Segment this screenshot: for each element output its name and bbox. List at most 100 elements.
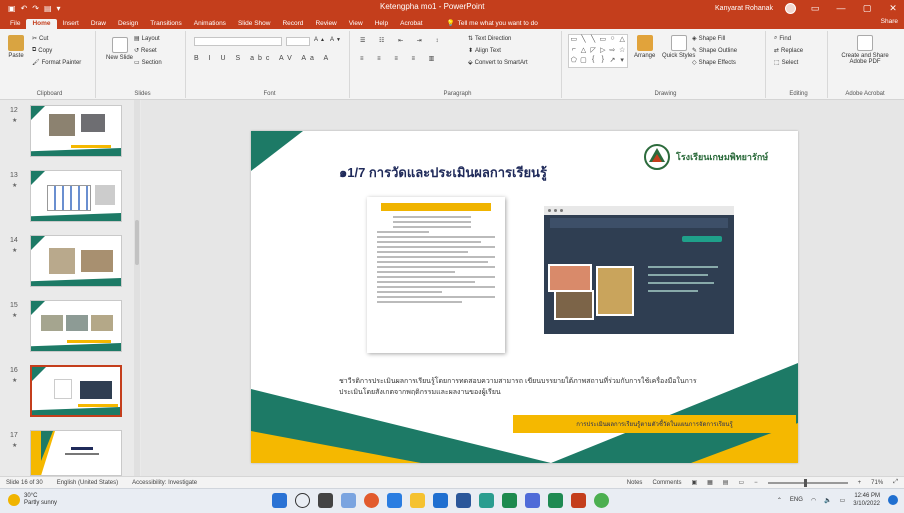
maximize-button[interactable]: ▢ (860, 3, 874, 14)
wifi-icon[interactable]: ◠ (811, 497, 816, 504)
thumbnail-row[interactable]: 16 ★ (0, 365, 141, 423)
shape-fill-button[interactable]: ◈ Shape Fill (692, 35, 725, 43)
reading-view-icon[interactable]: ▤ (723, 479, 729, 486)
reset-button[interactable]: ↺ Reset (134, 47, 157, 55)
replace-button[interactable]: ⇄ Replace (774, 47, 803, 55)
redo-icon[interactable]: ↷ (32, 4, 39, 13)
task-view-icon[interactable] (318, 493, 333, 508)
search-icon[interactable] (295, 493, 310, 508)
powerpoint-icon[interactable] (571, 493, 586, 508)
notification-icon[interactable] (888, 495, 898, 505)
thumbnail-row[interactable]: 13 ★ (0, 170, 141, 228)
close-button[interactable]: ✕ (886, 3, 900, 14)
teams-icon[interactable] (525, 493, 540, 508)
tab-review[interactable]: Review (309, 19, 342, 29)
find-button[interactable]: ⌕ Find (774, 35, 791, 42)
share-button[interactable]: Share (881, 18, 898, 25)
minimize-button[interactable]: — (834, 3, 848, 13)
tell-me-search[interactable]: 💡 Tell me what you want to do (443, 18, 542, 29)
thumbnails-scrollbar[interactable] (134, 100, 140, 476)
browser-icon[interactable] (364, 493, 379, 508)
slide-thumbnail[interactable] (30, 170, 122, 222)
tab-animations[interactable]: Animations (188, 19, 232, 29)
avatar[interactable] (785, 2, 796, 14)
zoom-slider-knob[interactable] (803, 478, 807, 487)
thumbnails-scroll-thumb[interactable] (135, 220, 139, 265)
font-name-field[interactable] (194, 37, 282, 46)
slide-thumbnail-selected[interactable] (30, 365, 122, 417)
align-buttons[interactable]: ≡ ≡ ≡ ≡ ▥ (360, 55, 440, 62)
layout-button[interactable]: ▤ Layout (134, 35, 160, 43)
slide-thumbnail[interactable] (30, 235, 122, 287)
fit-slide-icon[interactable]: ⤢ (893, 479, 898, 486)
slide-sorter-icon[interactable]: ▦ (707, 479, 713, 486)
tab-slide-show[interactable]: Slide Show (232, 19, 277, 29)
font-size-field[interactable] (286, 37, 310, 46)
notes-button[interactable]: Notes (627, 480, 643, 486)
tab-acrobat[interactable]: Acrobat (394, 19, 428, 29)
chrome-icon[interactable] (594, 493, 609, 508)
undo-icon[interactable]: ↶ (21, 4, 28, 13)
user-name[interactable]: Kanyarat Rohanak (715, 5, 773, 12)
volume-icon[interactable]: 🔈 (824, 497, 831, 504)
comments-button[interactable]: Comments (652, 480, 681, 486)
store-icon[interactable] (433, 493, 448, 508)
zoom-out-icon[interactable]: − (754, 480, 758, 486)
new-slide-button[interactable]: New Slide (106, 37, 133, 61)
select-button[interactable]: ⬚ Select (774, 59, 798, 67)
start-icon[interactable] (272, 493, 287, 508)
thumbnail-row[interactable]: 15 ★ (0, 300, 141, 358)
grow-font-icon[interactable]: A ▲ (314, 37, 325, 43)
weather-widget[interactable]: 30°C Partly sunny (8, 493, 57, 507)
arrange-button[interactable]: Arrange (634, 35, 655, 59)
tray-chevron-icon[interactable]: ⌃ (777, 497, 782, 504)
shape-effects-button[interactable]: ◇ Shape Effects (692, 59, 736, 67)
cut-button[interactable]: ✂ Cut (32, 35, 48, 43)
zoom-slider[interactable] (767, 478, 848, 487)
document-screenshot-image[interactable] (367, 197, 505, 353)
battery-icon[interactable]: ▭ (840, 497, 846, 504)
website-screenshot-image[interactable] (544, 206, 734, 334)
slide-thumbnail[interactable] (30, 300, 122, 352)
shape-outline-button[interactable]: ✎ Shape Outline (692, 47, 737, 55)
thumbnail-row[interactable]: 12 ★ (0, 105, 141, 163)
slideshow-icon[interactable]: ▭ (738, 479, 744, 486)
shrink-font-icon[interactable]: A ▼ (330, 37, 341, 43)
paste-button[interactable]: Paste (8, 35, 24, 59)
zoom-in-icon[interactable]: + (858, 480, 862, 486)
word-icon[interactable] (456, 493, 471, 508)
convert-smartart-button[interactable]: ⬙ Convert to SmartArt (468, 59, 528, 67)
text-direction-button[interactable]: ⇅ Text Direction (468, 35, 511, 43)
line-icon[interactable] (548, 493, 563, 508)
tab-record[interactable]: Record (276, 19, 309, 29)
align-text-button[interactable]: ⬍ Align Text (468, 47, 501, 55)
list-buttons[interactable]: ☰ ☷ ⇤ ⇥ ↕ (360, 37, 444, 44)
slide-banner[interactable]: การประเมินผลการเรียนรู้ตามตัวชี้วัดในแผน… (513, 415, 796, 433)
current-slide[interactable]: ๑1/7 การวัดและประเมินผลการเรียนรู้ โรงเร… (251, 131, 798, 463)
tab-help[interactable]: Help (369, 19, 394, 29)
slide-thumbnail[interactable] (30, 105, 122, 157)
language-status[interactable]: English (United States) (57, 480, 118, 486)
tab-design[interactable]: Design (112, 19, 144, 29)
language-indicator[interactable]: ENG (790, 497, 803, 503)
customize-qat-icon[interactable]: ▾ (57, 4, 61, 13)
font-format-buttons[interactable]: B I U S abc AV Aa A (194, 55, 332, 62)
thumbnail-row[interactable]: 14 ★ (0, 235, 141, 293)
chat-icon[interactable] (341, 493, 356, 508)
tab-draw[interactable]: Draw (85, 19, 112, 29)
clock[interactable]: 12:46 PM 3/10/2022 (853, 492, 880, 508)
present-icon[interactable]: ▤ (44, 4, 52, 13)
edge-icon[interactable] (387, 493, 402, 508)
format-painter-button[interactable]: 🖌 Format Painter (32, 59, 81, 67)
accessibility-status[interactable]: Accessibility: Investigate (132, 480, 197, 486)
tab-view[interactable]: View (343, 19, 369, 29)
zoom-level[interactable]: 71% (871, 480, 883, 486)
tab-home[interactable]: Home (26, 19, 57, 29)
section-button[interactable]: ▭ Section (134, 59, 162, 67)
create-share-pdf-button[interactable]: Create and Share Adobe PDF (836, 35, 894, 65)
tab-file[interactable]: File (4, 19, 26, 29)
tab-insert[interactable]: Insert (57, 19, 85, 29)
save-icon[interactable]: ▣ (8, 4, 16, 13)
app-icon[interactable] (479, 493, 494, 508)
slide-thumbnail[interactable] (30, 430, 122, 476)
